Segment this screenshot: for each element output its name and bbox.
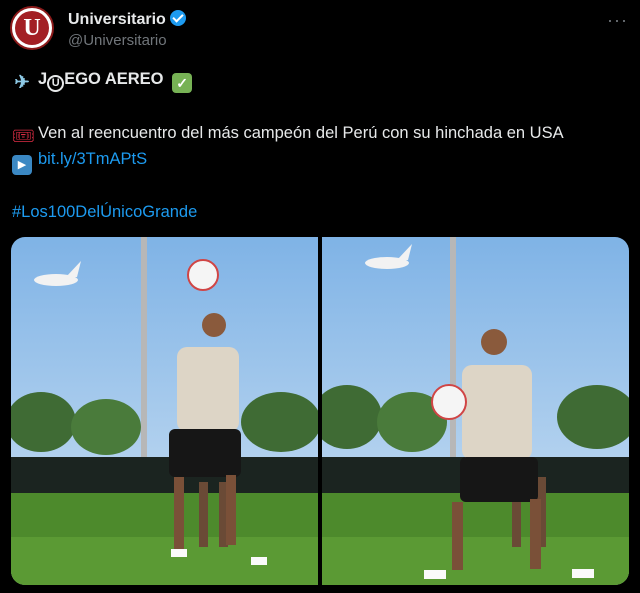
play-icon: ▶ — [12, 155, 32, 175]
tweet-title: ✈ J U EGO AEREO ✓ — [12, 70, 198, 93]
display-name[interactable]: Universitario — [68, 10, 186, 29]
handle[interactable]: @Universitario — [68, 32, 167, 49]
check-icon: ✓ — [172, 73, 193, 93]
photo-player-heading-ball[interactable] — [11, 237, 318, 585]
tweet-body-text: Ven al reencuentro del más campeón del P… — [38, 124, 564, 142]
tweet-link[interactable]: bit.ly/3TmAPtS — [38, 150, 147, 168]
circled-u-glyph: U — [47, 75, 65, 92]
photo-player-chest-ball[interactable] — [322, 237, 629, 585]
display-name-text: Universitario — [68, 11, 166, 28]
ticket-icon: 🎟 — [12, 126, 35, 146]
more-icon[interactable]: ··· — [607, 10, 628, 31]
verified-icon — [169, 10, 186, 26]
airplane-icon: ✈ — [14, 72, 30, 92]
avatar[interactable]: U — [10, 6, 54, 50]
avatar-logo: U — [15, 11, 49, 45]
title-part: J — [38, 70, 48, 88]
tweet-link-line: ▶ bit.ly/3TmAPtS — [12, 150, 147, 175]
tweet-body: 🎟 Ven al reencuentro del más campeón del … — [12, 124, 564, 146]
title-part: EGO AEREO — [64, 70, 164, 88]
hashtag[interactable]: #Los100DelÚnicoGrande — [12, 203, 197, 222]
tweet-header: U Universitario @Universitario ··· — [10, 6, 630, 56]
